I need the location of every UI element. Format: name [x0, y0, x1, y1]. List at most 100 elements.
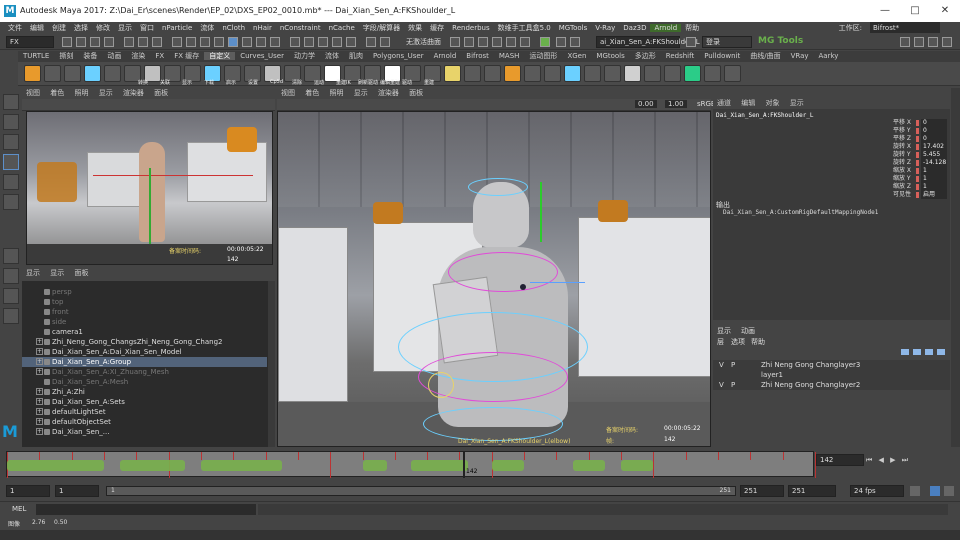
layer-tab-animation[interactable]: 动画 [741, 326, 755, 336]
shelf-tab[interactable]: Polygons_User [368, 52, 429, 60]
make-live-icon[interactable] [346, 37, 356, 47]
menu-view[interactable]: 视图 [277, 89, 299, 97]
soft-select-icon[interactable] [570, 37, 580, 47]
mask-joint-icon[interactable] [186, 37, 196, 47]
playback-start-field[interactable]: 1 [55, 485, 99, 497]
layer-playback-toggle[interactable]: P [731, 360, 735, 370]
menu-renderer[interactable]: 渲染器 [119, 89, 148, 97]
fps-dropdown[interactable]: 24 fps [850, 485, 904, 497]
display-layer-row[interactable]: V P Zhi Neng Gong Changlayer3 [713, 360, 950, 370]
expand-icon[interactable]: + [36, 398, 43, 405]
playback-end-field[interactable]: 251 [740, 485, 784, 497]
outliner-row[interactable]: persp [22, 287, 267, 297]
channel-value[interactable]: 1 [921, 183, 947, 191]
shelf-tool-icon[interactable] [44, 65, 61, 82]
menu-item[interactable]: 编辑 [26, 24, 48, 32]
two-pane-layout-icon[interactable] [3, 288, 19, 304]
shelf-tab[interactable]: 装备 [78, 52, 102, 60]
display-layer-row[interactable]: V P Zhi Neng Gong Changlayer2 [713, 380, 950, 390]
y-axis-handle[interactable] [540, 182, 542, 242]
mask-handle-icon[interactable] [172, 37, 182, 47]
menu-item[interactable]: 流体 [196, 24, 218, 32]
animation-end-field[interactable]: 251 [788, 485, 836, 497]
symmetry-icon[interactable] [556, 37, 566, 47]
menu-panels[interactable]: 面板 [150, 89, 172, 97]
menu-show[interactable]: 显示 [95, 89, 117, 97]
channel-value[interactable]: 1 [921, 175, 947, 183]
mel-label[interactable]: MEL [12, 505, 26, 513]
menu-item[interactable]: 帮助 [681, 24, 703, 32]
outliner-row[interactable]: + Zhi_Neng_Gong_ChangsZhi_Neng_Gong_Chang… [22, 337, 267, 347]
menu-shading[interactable]: 着色 [301, 89, 323, 97]
shelf-tab[interactable]: Pulldownit [699, 52, 745, 60]
time-slider-track[interactable]: 142 [6, 451, 816, 478]
mask-deform-icon[interactable] [228, 37, 238, 47]
expand-icon[interactable]: + [36, 408, 43, 415]
shelf-tab[interactable]: TURTLE [18, 52, 54, 60]
select-object-icon[interactable] [138, 37, 148, 47]
layer-menu-options[interactable]: 选项 [731, 337, 745, 347]
menu-renderer[interactable]: 渲染器 [374, 89, 403, 97]
channel-row[interactable]: 缩放 X 1 [893, 167, 948, 175]
channel-row[interactable]: 旋转 Z -14.128 [893, 159, 948, 167]
expand-icon[interactable]: + [36, 388, 43, 395]
side-tab-strip[interactable] [951, 88, 960, 447]
outliner-row[interactable]: + defaultObjectSet [22, 417, 267, 427]
range-bar[interactable]: 1 251 [106, 486, 736, 496]
menu-item[interactable]: Daz3D [619, 24, 650, 32]
menu-item[interactable]: V-Ray [591, 24, 619, 32]
menu-item[interactable]: 缓存 [426, 24, 448, 32]
shelf-tab[interactable]: VRay [786, 52, 814, 60]
login-button[interactable]: 登录 [702, 36, 752, 48]
channel-row[interactable]: 旋转 X 17.402 [893, 143, 948, 151]
outliner-row[interactable]: + Dai_Xian_Sen_A:Group [22, 357, 267, 367]
shelf-tab[interactable]: FX 缓存 [169, 52, 204, 60]
outliner-row[interactable]: + Zhi_A:Zhi [22, 387, 267, 397]
menu-item[interactable]: 创建 [48, 24, 70, 32]
menu-item[interactable]: nParticle [158, 24, 196, 32]
render-current-icon[interactable] [450, 37, 460, 47]
shelf-tab[interactable]: 运动图形 [524, 52, 562, 60]
lasso-tool-icon[interactable] [3, 114, 19, 130]
shelf-tool-icon[interactable] [524, 65, 541, 82]
expand-icon[interactable]: + [36, 338, 43, 345]
shelf-tab[interactable]: 动画 [102, 52, 126, 60]
layer-menu-layers[interactable]: 层 [717, 337, 724, 347]
shelf-tool-icon[interactable] [564, 65, 581, 82]
shelf-tool-icon[interactable] [644, 65, 661, 82]
current-frame-field[interactable]: 142 [816, 454, 864, 466]
shoulder-control-ring[interactable] [448, 252, 558, 292]
main-viewport[interactable]: Dai_Xian_Sen_A:FKShoulder_L(elbow) 备案时间码… [277, 111, 711, 447]
render-view-icon[interactable] [506, 37, 516, 47]
toggle-attribute-editor-icon[interactable] [914, 37, 924, 47]
shelf-tool-icon[interactable] [604, 65, 621, 82]
channel-value[interactable]: 5.455 [921, 151, 947, 159]
head-control-ring[interactable] [468, 178, 528, 196]
channelbox-menu-object[interactable]: 对象 [761, 99, 783, 107]
select-tool-icon[interactable] [3, 94, 19, 110]
shelf-tab[interactable]: 自定义 [204, 52, 236, 60]
channel-row[interactable]: 平移 Y 0 [893, 127, 948, 135]
shelf-tab[interactable]: 流体 [320, 52, 344, 60]
left-viewport[interactable]: 备案时间码: 00:00:05:22 142 [26, 111, 273, 265]
shelf-tool-icon[interactable] [544, 65, 561, 82]
undo-icon[interactable] [90, 37, 100, 47]
layer-visibility-toggle[interactable]: V [719, 380, 724, 390]
snap-grid-icon[interactable] [290, 37, 300, 47]
shelf-tab[interactable]: XGen [562, 52, 591, 60]
menu-item[interactable]: Renderbus [448, 24, 493, 32]
expand-icon[interactable]: + [36, 368, 43, 375]
close-button[interactable]: ✕ [930, 0, 960, 22]
shelf-tab[interactable]: 撕刻 [54, 52, 78, 60]
toggle-modeling-toolkit-icon[interactable] [900, 37, 910, 47]
shelf-tool-icon[interactable] [104, 65, 121, 82]
mask-render-icon[interactable] [256, 37, 266, 47]
menu-set-dropdown[interactable]: FX [6, 36, 54, 48]
command-input[interactable] [36, 504, 256, 515]
move-layer-up-icon[interactable] [901, 349, 909, 355]
menu-item[interactable]: 文件 [4, 24, 26, 32]
maximize-button[interactable]: □ [900, 0, 930, 22]
shelf-tab[interactable]: FX [150, 52, 169, 60]
shelf-tool-icon[interactable] [64, 65, 81, 82]
shelf-tool-icon[interactable] [584, 65, 601, 82]
